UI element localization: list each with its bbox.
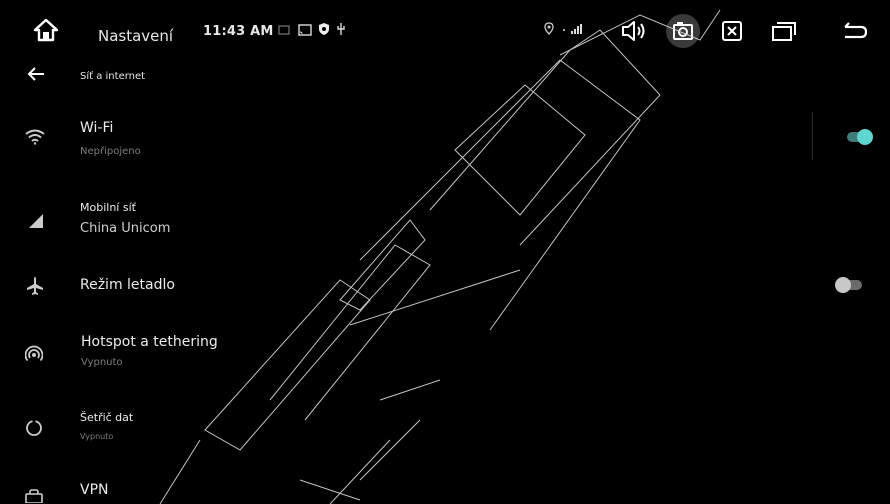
data-saver-icon <box>24 418 44 438</box>
wifi-status: Nepřipojeno <box>80 146 141 157</box>
back-nav-button[interactable] <box>838 14 872 48</box>
list-item-airplane-mode[interactable]: Režim letadlo <box>0 265 890 305</box>
status-bar: Nastavení 11:43 AM <box>0 0 890 62</box>
list-item-mobile-network[interactable]: Mobilní síť China Unicom <box>0 190 890 245</box>
volume-icon <box>622 21 645 41</box>
hotspot-label: Hotspot a tethering <box>81 334 218 350</box>
list-item-hotspot[interactable]: Hotspot a tethering Vypnuto <box>0 330 890 380</box>
recent-apps-button[interactable] <box>767 14 801 48</box>
toggle-thumb <box>857 129 873 145</box>
close-app-icon <box>722 21 742 41</box>
vpn-icon <box>23 488 45 504</box>
home-icon[interactable] <box>31 17 61 43</box>
location-icon <box>543 21 555 35</box>
vpn-label: VPN <box>80 482 109 498</box>
list-item-data-saver[interactable]: Šetřič dat Vypnuto <box>0 405 890 450</box>
clock: 11:43 AM <box>203 24 274 39</box>
hotspot-status: Vypnuto <box>81 357 123 368</box>
back-arrow-icon[interactable] <box>25 63 47 85</box>
recent-apps-icon <box>772 22 796 41</box>
volume-button[interactable] <box>617 14 651 48</box>
screen-mirror-icon <box>298 23 312 37</box>
wifi-toggle[interactable] <box>844 126 876 148</box>
toggle-thumb <box>835 277 851 293</box>
list-item-wifi[interactable]: Wi-Fi Nepřipojeno <box>0 108 890 168</box>
back-nav-icon <box>844 22 868 39</box>
cast-icon <box>278 24 290 36</box>
cellular-icon <box>27 212 45 230</box>
page-title: Síť a internet <box>80 71 146 82</box>
shield-icon <box>318 22 330 36</box>
wifi-icon <box>24 128 46 146</box>
mobile-network-carrier: China Unicom <box>80 221 171 236</box>
data-saver-status: Vypnuto <box>80 432 114 441</box>
data-saver-label: Šetřič dat <box>80 411 134 424</box>
airplane-mode-toggle[interactable] <box>832 274 864 296</box>
mobile-network-label: Mobilní síť <box>80 201 136 214</box>
airplane-mode-label: Režim letadlo <box>80 277 175 293</box>
divider <box>812 112 813 160</box>
wifi-label: Wi-Fi <box>80 120 114 136</box>
screenshot-icon <box>673 22 693 40</box>
screenshot-button[interactable] <box>666 14 700 48</box>
usb-icon <box>336 22 346 36</box>
hotspot-icon <box>23 343 45 365</box>
close-app-button[interactable] <box>715 14 749 48</box>
signal-icon <box>563 22 583 36</box>
app-title: Nastavení <box>98 27 174 45</box>
airplane-icon <box>24 275 46 297</box>
list-item-vpn[interactable]: VPN <box>0 476 890 504</box>
